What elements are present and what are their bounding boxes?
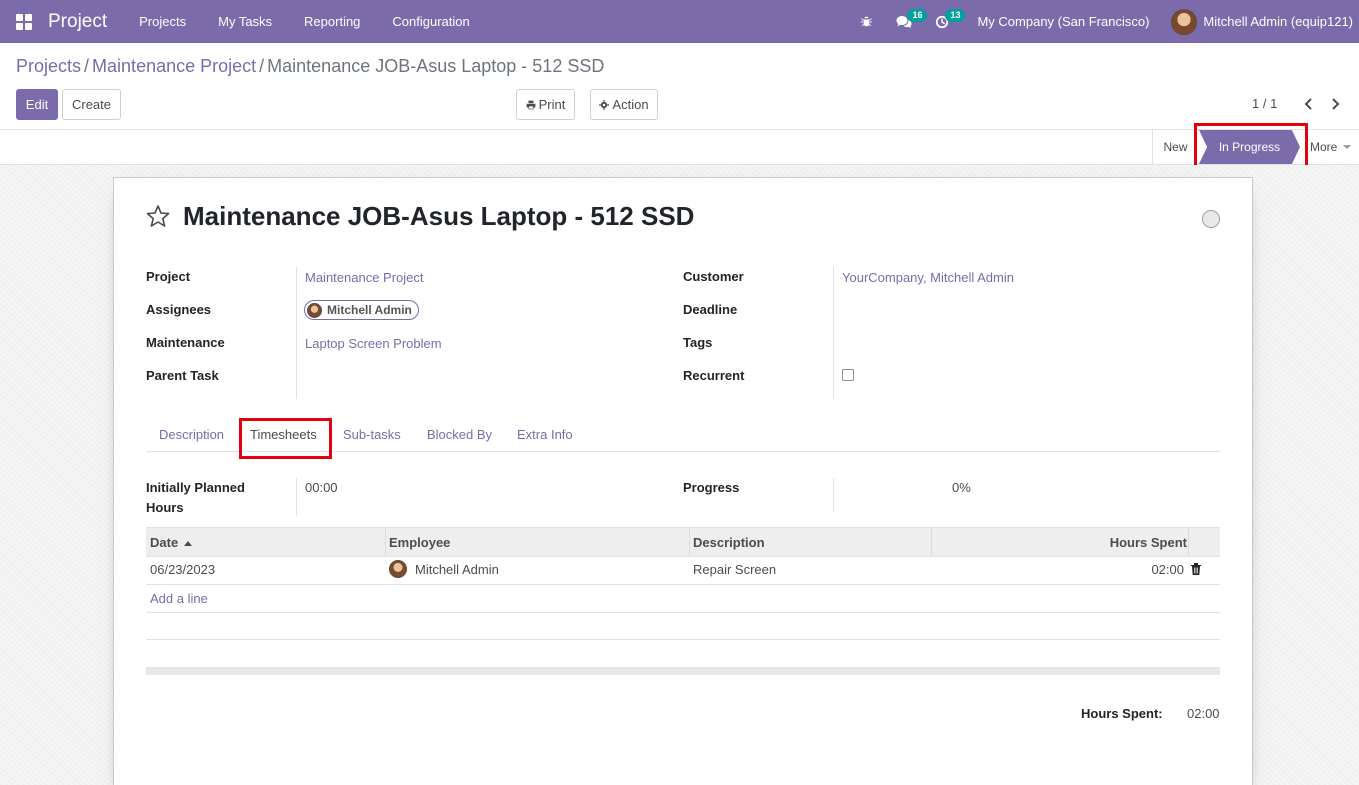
- cell-date[interactable]: 06/23/2023: [150, 562, 215, 577]
- field-project[interactable]: Maintenance Project: [305, 270, 424, 285]
- field-progress: 0%: [952, 480, 971, 495]
- column-divider: [1188, 528, 1189, 556]
- tab-extra-info[interactable]: Extra Info: [517, 427, 573, 442]
- print-label: Print: [538, 97, 566, 112]
- column-divider: [931, 528, 932, 556]
- chevron-right-icon: [1331, 98, 1339, 110]
- column-description[interactable]: Description: [693, 535, 765, 550]
- label-total-hours-spent: Hours Spent:: [1081, 706, 1163, 721]
- menu-reporting[interactable]: Reporting: [288, 0, 376, 43]
- column-employee[interactable]: Employee: [389, 535, 450, 550]
- stage-new[interactable]: New: [1152, 130, 1198, 164]
- table-row-add: Add a line: [146, 585, 1220, 613]
- label-planned-hours-cont: Hours: [146, 500, 184, 515]
- column-date[interactable]: Date: [150, 535, 193, 550]
- column-divider: [385, 528, 386, 556]
- assignee-name: Mitchell Admin: [327, 303, 412, 317]
- print-button[interactable]: Print: [516, 89, 575, 120]
- field-separator: [833, 478, 834, 512]
- trash-icon[interactable]: [1191, 563, 1201, 575]
- label-customer: Customer: [683, 269, 744, 284]
- recurrent-checkbox[interactable]: [842, 369, 854, 381]
- action-label: Action: [612, 97, 649, 112]
- status-bar: New In Progress More: [0, 129, 1359, 165]
- tab-blocked-by[interactable]: Blocked By: [427, 427, 492, 442]
- total-hours-spent: 02:00: [1187, 706, 1220, 721]
- sort-ascending-icon: [184, 541, 193, 547]
- cell-employee[interactable]: Mitchell Admin: [389, 560, 499, 578]
- highlight-box-tab: [239, 418, 332, 459]
- chevron-left-icon: [1304, 98, 1312, 110]
- assignee-chip[interactable]: Mitchell Admin: [304, 300, 419, 320]
- table-row[interactable]: 06/23/2023 Mitchell Admin Repair Screen …: [146, 557, 1220, 585]
- activities-badge: 13: [945, 9, 966, 22]
- pager-previous-button[interactable]: [1296, 92, 1320, 116]
- apps-grid-icon: [16, 13, 32, 30]
- add-line-link[interactable]: Add a line: [150, 591, 208, 606]
- label-assignees: Assignees: [146, 302, 212, 317]
- debug-bug-icon[interactable]: [847, 0, 885, 43]
- print-icon: [526, 100, 535, 109]
- top-navbar: Project Projects My Tasks Reporting Conf…: [0, 0, 1359, 43]
- field-separator: [296, 478, 297, 516]
- task-title[interactable]: Maintenance JOB-Asus Laptop - 512 SSD: [183, 201, 694, 232]
- action-button[interactable]: Action: [590, 89, 658, 120]
- field-planned-hours[interactable]: 00:00: [305, 480, 338, 495]
- apps-menu-button[interactable]: [0, 0, 48, 43]
- label-maintenance: Maintenance: [146, 335, 225, 350]
- assignee-avatar: [307, 302, 322, 318]
- stage-more-dropdown[interactable]: More: [1310, 130, 1352, 164]
- pager-value[interactable]: 1 / 1: [1252, 96, 1277, 111]
- breadcrumb: Projects / Maintenance Project / Maintenance…: [16, 56, 604, 77]
- caret-down-icon: [1343, 145, 1352, 149]
- column-hours-spent[interactable]: Hours Spent: [1110, 535, 1187, 550]
- label-project: Project: [146, 269, 191, 284]
- tab-description[interactable]: Description: [159, 427, 224, 442]
- employee-avatar: [389, 560, 407, 578]
- activities-clock-icon[interactable]: 13: [923, 0, 966, 43]
- field-customer[interactable]: YourCompany, Mitchell Admin: [842, 270, 1014, 285]
- breadcrumb-projects[interactable]: Projects: [16, 56, 81, 76]
- table-footer: [146, 667, 1220, 675]
- label-recurrent: Recurrent: [683, 368, 745, 383]
- menu-my-tasks[interactable]: My Tasks: [202, 0, 288, 43]
- label-deadline: Deadline: [683, 302, 738, 317]
- kanban-state-indicator[interactable]: [1202, 210, 1220, 228]
- user-name: Mitchell Admin (equip121): [1203, 14, 1353, 29]
- edit-button[interactable]: Edit: [16, 89, 58, 120]
- cell-hours-spent[interactable]: 02:00: [1151, 562, 1184, 577]
- company-switcher[interactable]: My Company (San Francisco): [961, 14, 1171, 29]
- app-name[interactable]: Project: [48, 11, 107, 33]
- tab-sub-tasks[interactable]: Sub-tasks: [343, 427, 401, 442]
- user-menu[interactable]: Mitchell Admin (equip121): [1171, 8, 1359, 35]
- create-button[interactable]: Create: [62, 89, 121, 120]
- stage-more-label: More: [1310, 140, 1338, 154]
- user-avatar: [1171, 8, 1198, 35]
- favorite-star-icon[interactable]: [146, 204, 170, 228]
- label-planned-hours: Initially Planned: [146, 480, 245, 495]
- messages-icon[interactable]: 16: [885, 0, 928, 43]
- gear-icon: [599, 99, 610, 110]
- label-parent-task: Parent Task: [146, 368, 219, 383]
- breadcrumb-current: Maintenance JOB-Asus Laptop - 512 SSD: [267, 56, 605, 76]
- employee-name: Mitchell Admin: [415, 561, 499, 577]
- breadcrumb-separator: /: [259, 56, 265, 76]
- pager-next-button[interactable]: [1323, 92, 1347, 116]
- column-divider: [689, 528, 690, 556]
- label-tags: Tags: [683, 335, 713, 350]
- timesheet-table-header: Date Employee Description Hours Spent: [146, 527, 1220, 557]
- field-separator: [833, 267, 834, 399]
- table-row-empty: [146, 613, 1220, 640]
- cell-description[interactable]: Repair Screen: [693, 562, 776, 577]
- breadcrumb-separator: /: [84, 56, 90, 76]
- field-separator: [296, 267, 297, 399]
- label-progress: Progress: [683, 480, 740, 495]
- field-maintenance[interactable]: Laptop Screen Problem: [305, 336, 442, 351]
- menu-configuration[interactable]: Configuration: [376, 0, 485, 43]
- breadcrumb-maintenance-project[interactable]: Maintenance Project: [92, 56, 256, 76]
- menu-projects[interactable]: Projects: [123, 0, 202, 43]
